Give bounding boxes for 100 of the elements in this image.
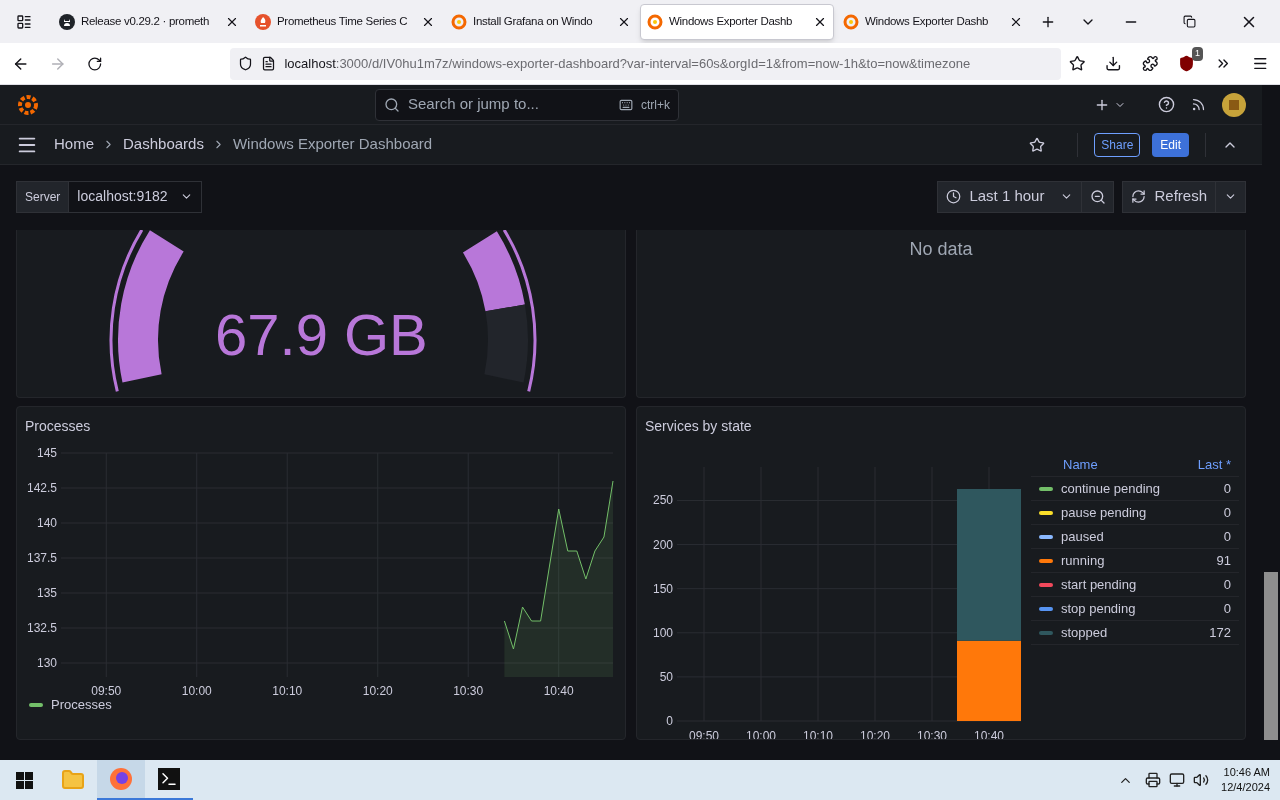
no-data-message: No data (909, 238, 973, 261)
shield-extension-icon[interactable] (1178, 55, 1196, 72)
search-field[interactable]: Search or jump to... ctrl+k (375, 88, 679, 121)
tab-title: Windows Exporter Dashb (669, 13, 794, 29)
clock-icon (946, 189, 962, 204)
gauge-value: 67.9 GB (215, 306, 428, 364)
legend-value: 91 (1216, 551, 1231, 570)
y-axis-label: 50 (659, 669, 673, 684)
legend-label[interactable]: start pending (1061, 574, 1216, 595)
x-axis-label: 09:50 (91, 684, 122, 698)
tray-device-icon[interactable] (1145, 772, 1162, 788)
legend-label[interactable]: paused (1061, 526, 1216, 547)
y-axis-label: 200 (652, 537, 673, 552)
download-icon[interactable] (1105, 55, 1122, 72)
legend-column-header[interactable]: Last * (1197, 454, 1231, 475)
y-axis-label: 145 (36, 446, 57, 460)
shortcut-hint: ctrl+k (641, 96, 670, 114)
y-axis-label: 250 (652, 493, 673, 508)
legend-label[interactable]: stop pending (1061, 598, 1216, 619)
legend-column-header[interactable]: Name (1039, 454, 1198, 475)
y-axis-label: 135 (36, 586, 57, 600)
cog-swirl-icon (647, 13, 663, 30)
legend-label[interactable]: Processes (51, 695, 112, 715)
extensions-icon[interactable] (1141, 55, 1159, 72)
extension-badge: 1 (1192, 47, 1204, 61)
shield-icon[interactable] (238, 56, 254, 71)
breadcrumb-link[interactable]: Home (54, 133, 94, 156)
cog-swirl-icon (451, 13, 467, 30)
search-icon (384, 96, 400, 113)
x-axis-label: 10:20 (362, 684, 393, 698)
favorite-star-icon[interactable] (1029, 136, 1046, 153)
variable-label: Server (16, 180, 70, 213)
reload-icon[interactable] (86, 55, 103, 72)
tab-title: Windows Exporter Dashb (865, 13, 990, 29)
y-axis-label: 132.5 (26, 621, 57, 635)
tab-title: Prometheus Time Series C (277, 13, 409, 29)
breadcrumb-link[interactable]: Windows Exporter Dashboard (232, 133, 433, 156)
browser-tab[interactable]: Prometheus Time Series C (248, 3, 442, 40)
x-axis-label: 10:40 (543, 684, 574, 698)
y-axis-label: 142.5 (26, 481, 57, 495)
legend-value: 0 (1223, 527, 1231, 546)
app-menu-icon[interactable] (1251, 55, 1269, 72)
share-button[interactable]: Share (1094, 132, 1141, 157)
legend-label[interactable]: pause pending (1061, 502, 1216, 523)
page-icon[interactable] (261, 56, 277, 71)
legend-label[interactable]: continue pending (1061, 478, 1216, 499)
zoom-out-icon (1089, 188, 1106, 205)
sun-swirl-logo[interactable] (16, 92, 40, 117)
zoom-out-button[interactable] (1082, 180, 1115, 213)
browser-tab[interactable]: Windows Exporter Dashb (836, 3, 1030, 40)
clock-time[interactable]: 10:46 AM (1223, 765, 1270, 780)
browser-taskbar-button[interactable] (97, 760, 145, 800)
network-icon[interactable] (1169, 772, 1186, 788)
browser-tab[interactable]: Windows Exporter Dashb (640, 3, 834, 40)
bookmark-star-icon[interactable] (1068, 55, 1086, 72)
scrollbar-thumb[interactable] (1264, 572, 1278, 740)
legend-value: 0 (1223, 575, 1231, 594)
legend-value: 0 (1223, 599, 1231, 618)
legend-value: 172 (1209, 623, 1231, 642)
address-bar[interactable]: localhost:3000/d/IV0hu1m7z/windows-exporter-dashboard?var-interval=60s&orgId=1&from=now-1h&to=now&timezone (230, 47, 1061, 80)
browser-tab[interactable]: Install Grafana on Windo (444, 3, 638, 40)
cog-swirl-icon (843, 13, 859, 30)
flame-icon (255, 13, 271, 30)
time-range-picker[interactable]: Last 1 hour (937, 180, 1083, 213)
refresh-button[interactable]: Refresh (1122, 180, 1216, 213)
legend-value: 0 (1223, 479, 1231, 498)
windows-logo-icon[interactable] (16, 771, 33, 789)
fox-globe-icon (109, 767, 133, 791)
y-axis-label: 130 (36, 656, 57, 670)
restore-icon[interactable] (1183, 15, 1196, 28)
refresh-icon (1131, 189, 1147, 204)
browser-tab[interactable]: Release v0.29.2 · prometh (52, 3, 246, 40)
x-axis-label: 10:00 (181, 684, 212, 698)
panel-title: Processes (24, 417, 92, 436)
breadcrumb-link[interactable]: Dashboards (123, 133, 204, 156)
tab-title: Release v0.29.2 · prometh (81, 13, 211, 29)
search-placeholder: Search or jump to... (408, 94, 540, 115)
legend-label[interactable]: stopped (1061, 622, 1202, 643)
legend-value: 0 (1223, 503, 1231, 522)
panel-title: Services by state (644, 417, 753, 436)
volume-icon[interactable] (1193, 772, 1210, 788)
keyboard-icon (619, 97, 633, 112)
legend-label[interactable]: running (1061, 550, 1209, 571)
variable-select[interactable]: localhost:9182 (69, 180, 202, 213)
y-axis-label: 140 (36, 516, 57, 530)
url-host: localhost (284, 54, 336, 73)
url-path: :3000/d/IV0hu1m7z/windows-exporter-dashboard?var-interval=60s&orgId=1&from=now-1h&to=now&timezone (335, 54, 971, 73)
x-axis-label: 10:10 (272, 684, 303, 698)
y-axis-label: 100 (652, 625, 673, 640)
edit-button[interactable]: Edit (1152, 132, 1189, 157)
terminal-icon (158, 768, 180, 790)
y-axis-label: 0 (666, 714, 673, 728)
x-axis-label: 10:30 (453, 684, 484, 698)
news-feed-icon[interactable] (1191, 97, 1206, 112)
y-axis-label: 150 (652, 581, 673, 596)
y-axis-label: 137.5 (26, 551, 57, 565)
avatar-icon[interactable] (1222, 92, 1246, 117)
clock-date[interactable]: 12/4/2024 (1221, 780, 1270, 795)
octocat-icon (59, 13, 75, 30)
help-icon[interactable] (1158, 96, 1175, 113)
